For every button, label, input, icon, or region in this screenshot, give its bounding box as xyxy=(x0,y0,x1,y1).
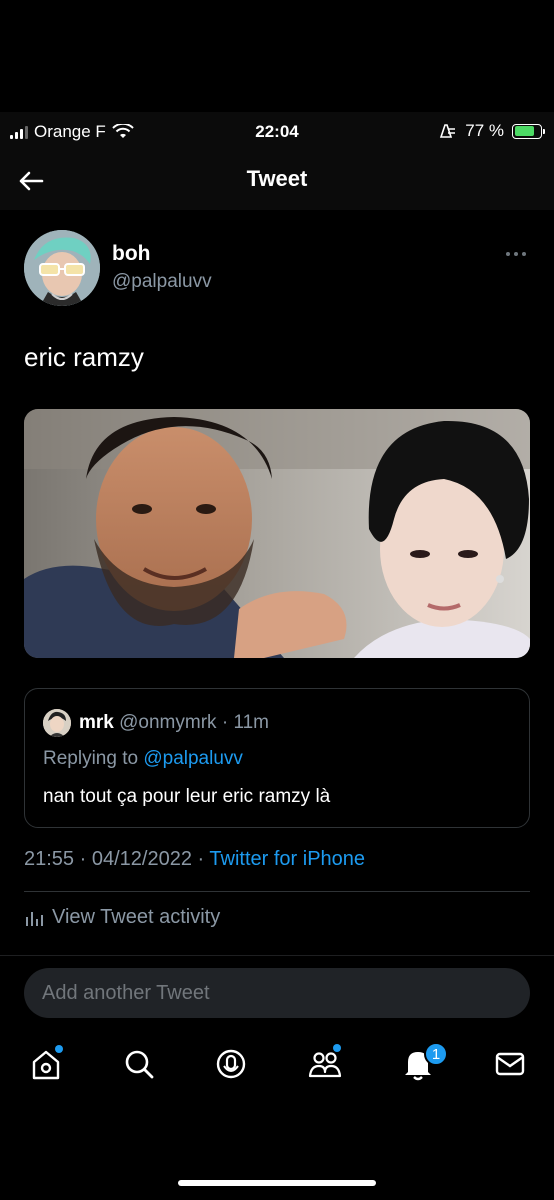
reply-author-name: mrk xyxy=(79,712,114,733)
add-another-tweet-input[interactable]: Add another Tweet xyxy=(24,968,530,1018)
reply-author-handle: @onmymrk xyxy=(119,712,217,733)
messages-icon[interactable] xyxy=(492,1046,528,1082)
cellular-data-icon xyxy=(440,124,456,138)
timestamp-separator-1: · xyxy=(79,848,87,870)
divider xyxy=(0,955,554,956)
view-tweet-activity-label: View Tweet activity xyxy=(52,906,221,928)
replying-to-mention[interactable]: @palpaluvv xyxy=(143,748,243,769)
analytics-icon xyxy=(26,911,43,926)
divider xyxy=(24,891,530,892)
reply-avatar xyxy=(43,709,71,737)
notifications-badge: 1 xyxy=(424,1042,448,1066)
more-options-icon[interactable] xyxy=(504,246,528,262)
author-name[interactable]: boh xyxy=(112,242,150,266)
search-icon[interactable] xyxy=(121,1046,157,1082)
reply-text: nan tout ça pour leur eric ramzy là xyxy=(43,786,331,807)
reply-separator: · xyxy=(221,712,229,733)
quoted-reply-card[interactable]: mrk @onmymrk · 11m Replying to @palpaluv… xyxy=(24,688,530,828)
tweet-date: 04/12/2022 xyxy=(91,848,192,870)
view-tweet-activity-button[interactable]: View Tweet activity xyxy=(24,906,220,929)
timestamp-separator-2: · xyxy=(197,848,205,870)
replying-prefix: Replying to xyxy=(43,748,139,769)
author-handle[interactable]: @palpaluvv xyxy=(112,271,212,293)
page-title: Tweet xyxy=(246,166,308,191)
battery-percent: 77 % xyxy=(465,121,504,140)
header: Tweet xyxy=(0,152,554,210)
reply-meta: mrk @onmymrk · 11m xyxy=(79,712,269,734)
reply-age: 11m xyxy=(233,712,269,733)
replying-to-line: Replying to @palpaluvv xyxy=(43,748,243,770)
status-right: 77 % xyxy=(439,121,545,141)
author-avatar[interactable] xyxy=(24,230,100,306)
bottom-tab-bar: 1 xyxy=(0,1040,554,1100)
battery-icon xyxy=(512,123,545,139)
status-bar: Orange F 22:04 77 % xyxy=(0,112,554,152)
tweet-time: 21:55 xyxy=(24,848,75,870)
communities-unread-dot xyxy=(333,1044,341,1052)
tweet-timestamp: 21:55 · 04/12/2022 · Twitter for iPhone xyxy=(24,848,365,871)
home-unread-dot xyxy=(55,1045,63,1053)
tweet-source-link[interactable]: Twitter for iPhone xyxy=(209,848,365,870)
spaces-icon[interactable] xyxy=(213,1046,249,1082)
tweet-media-image[interactable] xyxy=(24,409,530,658)
tweet-text: eric ramzy xyxy=(24,342,144,372)
home-indicator xyxy=(178,1180,376,1186)
